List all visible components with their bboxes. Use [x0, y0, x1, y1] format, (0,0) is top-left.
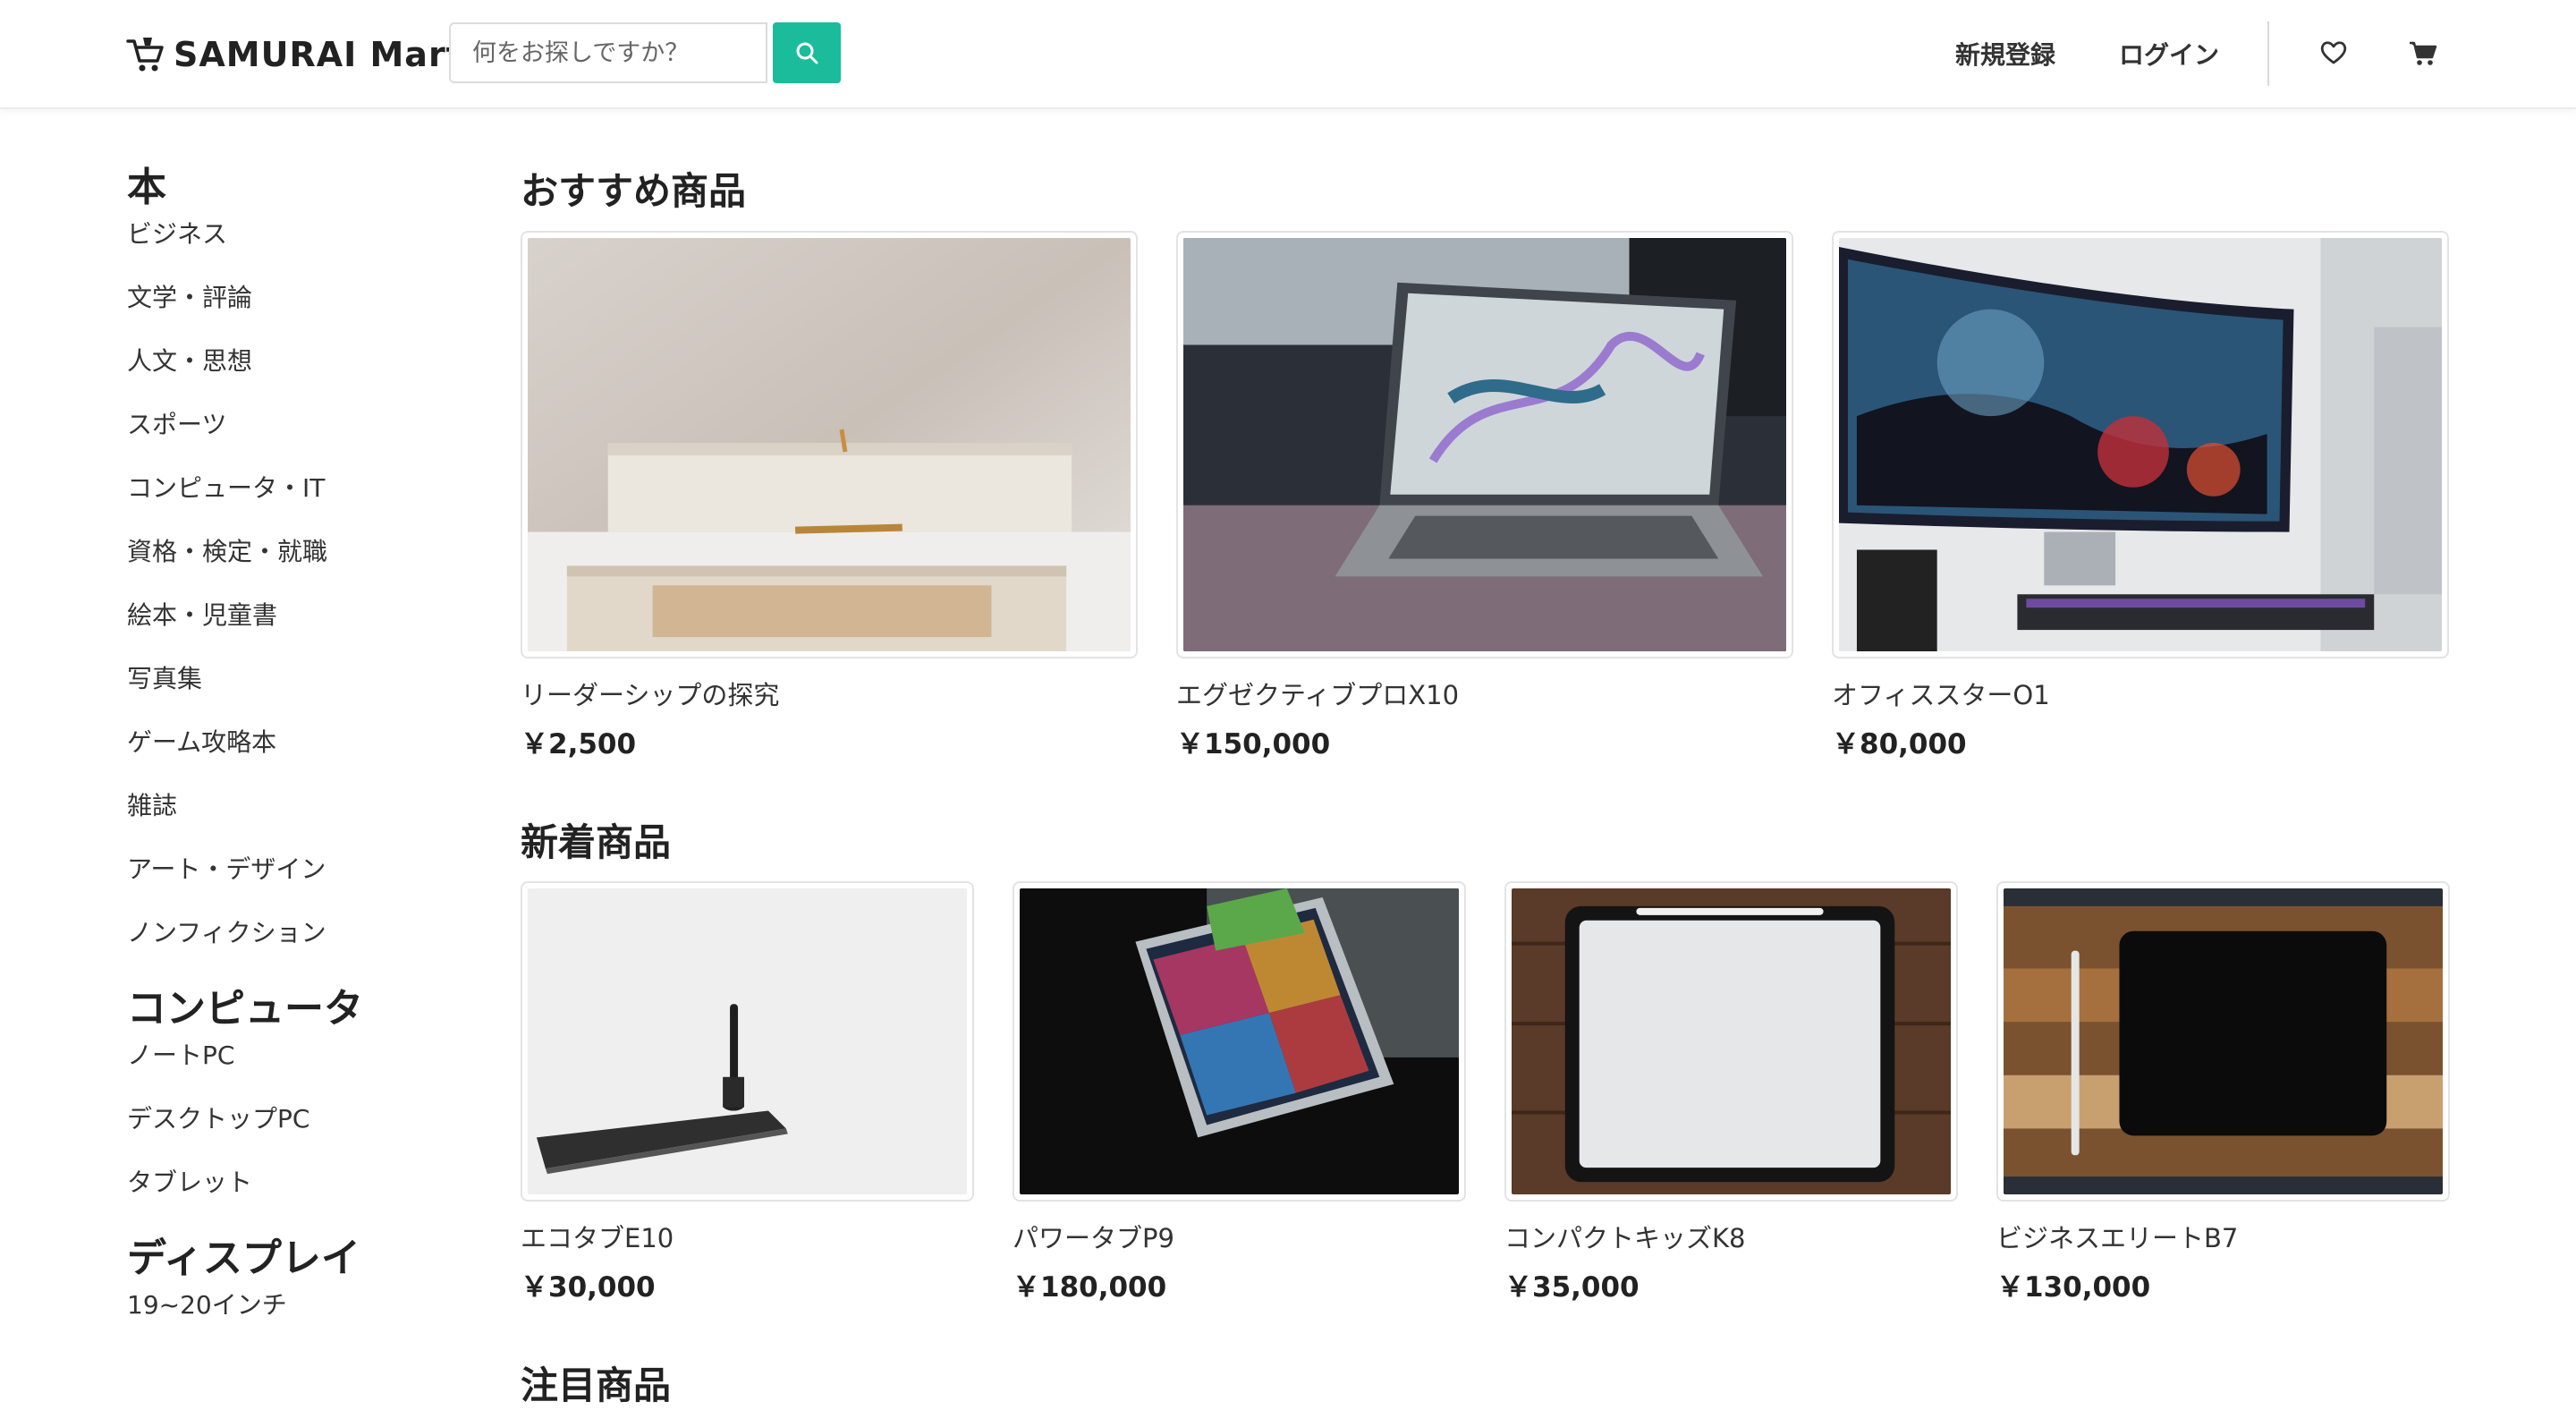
- product-name[interactable]: パワータブP9: [1013, 1218, 1466, 1255]
- brand-name: SAMURAI Mart: [174, 35, 463, 74]
- product-price: ￥2,500: [521, 728, 637, 760]
- site-header: SAMURAI Mart 新規登録 ログイン: [0, 0, 2576, 109]
- product-name[interactable]: ビジネスエリートB7: [1996, 1218, 2450, 1255]
- black-tablet-photo: [2004, 888, 2443, 1194]
- search-input[interactable]: [449, 22, 767, 83]
- product-image[interactable]: [521, 881, 974, 1202]
- product-image[interactable]: [1832, 231, 2449, 658]
- product-name[interactable]: エグゼクティブプロX10: [1176, 675, 1793, 712]
- product-name[interactable]: コンパクトキッズK8: [1504, 1218, 1958, 1255]
- product-image[interactable]: [1176, 231, 1793, 658]
- product-card[interactable]: オフィススターO1 ￥80,000: [1832, 231, 2449, 761]
- featured-section-title: 注目商品: [521, 1363, 672, 1407]
- category-item[interactable]: 絵本・児童書: [127, 574, 467, 638]
- new-arrivals-section-title: 新着商品: [521, 820, 672, 864]
- category-item[interactable]: タブレット: [127, 1142, 467, 1205]
- product-image[interactable]: [1996, 881, 2450, 1202]
- white-tablet-photo: [1512, 888, 1951, 1194]
- product-name[interactable]: オフィススターO1: [1832, 675, 2449, 712]
- category-item[interactable]: 資格・検定・就職: [127, 511, 467, 574]
- category-item[interactable]: デスクトップPC: [127, 1078, 467, 1142]
- curved-monitor-photo: [1839, 238, 2442, 651]
- product-name[interactable]: エコタブE10: [521, 1218, 974, 1255]
- category-item[interactable]: 人文・思想: [127, 320, 467, 384]
- login-link[interactable]: ログイン: [2119, 36, 2219, 72]
- signup-link[interactable]: 新規登録: [1955, 36, 2055, 72]
- product-image[interactable]: [1504, 881, 1958, 1202]
- recommended-section-title: おすすめ商品: [521, 169, 747, 213]
- search-button[interactable]: [773, 22, 841, 83]
- category-group-displays: ディスプレイ 19~20インチ: [127, 1232, 467, 1328]
- category-sidebar: 本 ビジネス 文学・評論 人文・思想 スポーツ コンピュータ・IT 資格・検定・…: [127, 161, 467, 1328]
- nav-divider: [2267, 21, 2269, 86]
- product-card[interactable]: コンパクトキッズK8 ￥35,000: [1504, 881, 1958, 1304]
- category-item[interactable]: ノンフィクション: [127, 892, 467, 956]
- stacked-books-photo: [528, 238, 1131, 651]
- category-item[interactable]: 写真集: [127, 638, 467, 701]
- category-item[interactable]: ゲーム攻略本: [127, 701, 467, 765]
- cart-logo-icon: [126, 38, 164, 72]
- product-price: ￥180,000: [1013, 1271, 1167, 1304]
- product-image[interactable]: [1013, 881, 1466, 1202]
- product-name[interactable]: リーダーシップの探究: [521, 675, 1138, 712]
- product-price: ￥30,000: [521, 1271, 656, 1304]
- category-group-books: 本 ビジネス 文学・評論 人文・思想 スポーツ コンピュータ・IT 資格・検定・…: [127, 161, 467, 956]
- search-icon: [796, 42, 818, 64]
- ipad-photo: [1020, 888, 1459, 1194]
- cart-icon[interactable]: [2408, 38, 2438, 68]
- category-item[interactable]: スポーツ: [127, 384, 467, 447]
- product-card[interactable]: リーダーシップの探究 ￥2,500: [521, 231, 1138, 761]
- product-card[interactable]: エコタブE10 ￥30,000: [521, 881, 974, 1304]
- category-item[interactable]: ビジネス: [127, 193, 467, 257]
- product-price: ￥80,000: [1832, 728, 1967, 760]
- product-image[interactable]: [521, 231, 1138, 658]
- laptop-photo: [1183, 238, 1786, 651]
- heart-icon[interactable]: [2318, 38, 2349, 68]
- category-item[interactable]: 文学・評論: [127, 257, 467, 320]
- product-card[interactable]: パワータブP9 ￥180,000: [1013, 881, 1466, 1304]
- product-card[interactable]: ビジネスエリートB7 ￥130,000: [1996, 881, 2450, 1304]
- product-price: ￥130,000: [1996, 1271, 2151, 1304]
- category-item[interactable]: アート・デザイン: [127, 828, 467, 892]
- category-item[interactable]: コンピュータ・IT: [127, 447, 467, 511]
- brand-logo[interactable]: SAMURAI Mart: [125, 34, 463, 75]
- product-price: ￥150,000: [1176, 728, 1331, 760]
- category-group-computers: コンピュータ ノートPC デスクトップPC タブレット: [127, 982, 467, 1205]
- product-card[interactable]: エグゼクティブプロX10 ￥150,000: [1176, 231, 1793, 761]
- product-price: ￥35,000: [1504, 1271, 1640, 1304]
- pen-tablet-photo: [528, 888, 967, 1194]
- category-item[interactable]: 雑誌: [127, 765, 467, 828]
